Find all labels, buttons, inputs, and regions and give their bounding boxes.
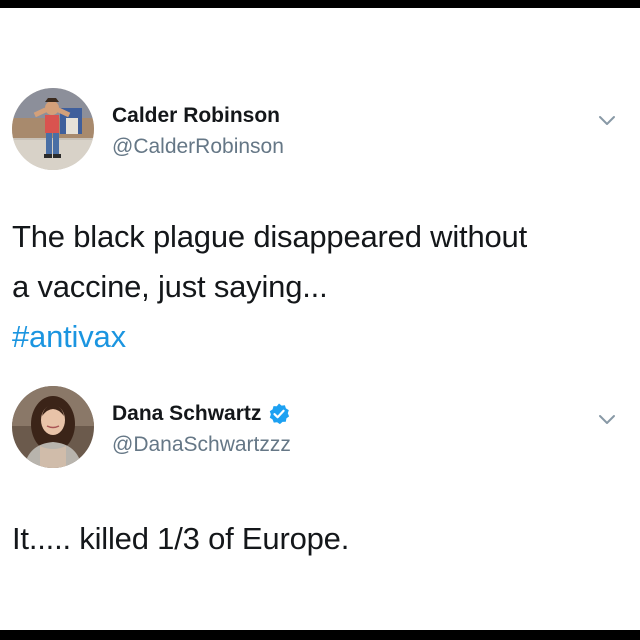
tweet-text-line: It..... killed 1/3 of Europe. — [12, 521, 350, 556]
chevron-down-icon[interactable] — [596, 109, 618, 131]
tweet-body: The black plague disappeared without a v… — [12, 212, 622, 362]
avatar-calder[interactable] — [12, 88, 94, 170]
author-name[interactable]: Calder Robinson — [112, 104, 280, 128]
author-name[interactable]: Dana Schwartz — [112, 402, 291, 426]
screenshot-frame: Calder Robinson @CalderRobinson The blac… — [0, 8, 640, 630]
avatar-dana[interactable] — [12, 386, 94, 468]
hashtag-link[interactable]: #antivax — [12, 312, 622, 362]
author-name-text: Dana Schwartz — [112, 402, 262, 425]
author-handle[interactable]: @DanaSchwartzzz — [112, 433, 291, 457]
tweet-text-line: a vaccine, just saying... — [12, 269, 328, 304]
tweet-header: Dana Schwartz @DanaSchwartzzz — [0, 386, 640, 476]
tweet-header: Calder Robinson @CalderRobinson — [0, 88, 640, 178]
avatar-image — [12, 386, 94, 468]
tweet-text-line: The black plague disappeared without — [12, 219, 527, 254]
chevron-down-icon[interactable] — [596, 408, 618, 430]
verified-badge-icon — [270, 403, 290, 425]
author-handle[interactable]: @CalderRobinson — [112, 135, 284, 159]
avatar-image — [12, 88, 94, 170]
tweet-body: It..... killed 1/3 of Europe. — [12, 514, 622, 564]
